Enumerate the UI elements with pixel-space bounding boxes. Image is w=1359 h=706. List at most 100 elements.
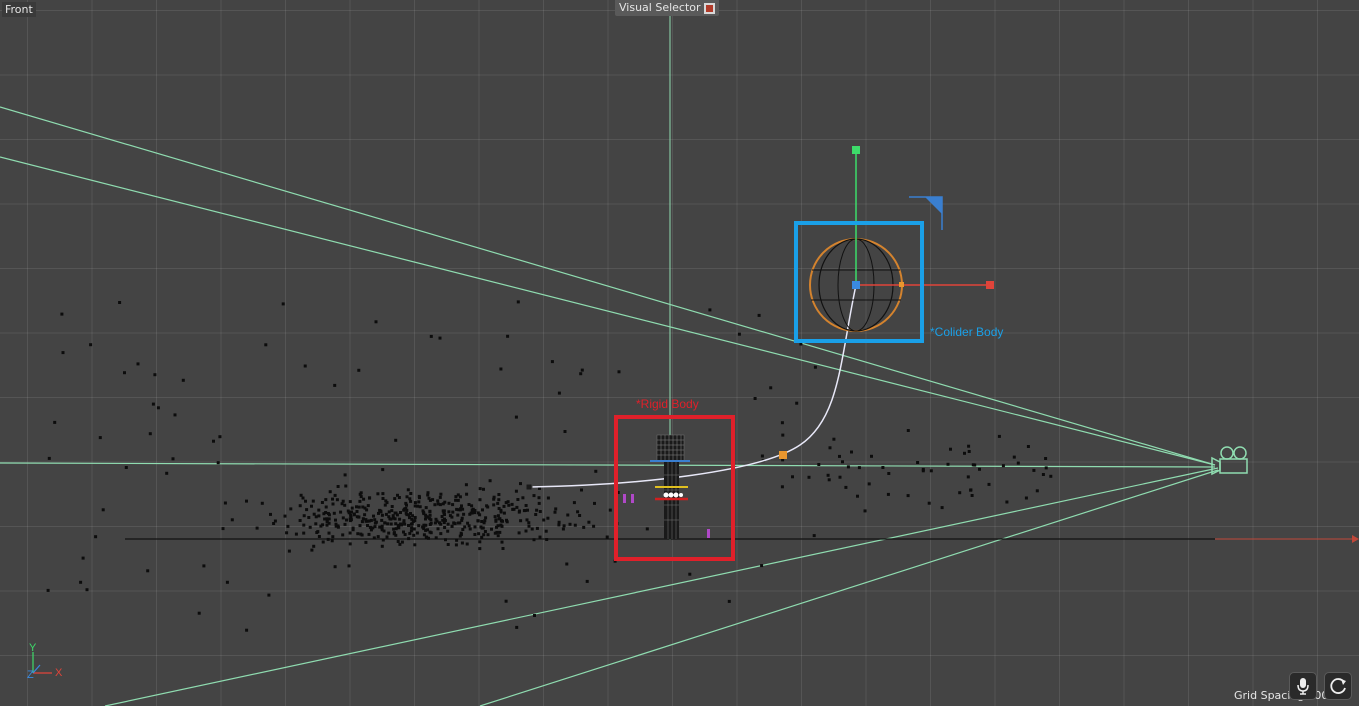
particle [997, 434, 1001, 438]
particle [372, 514, 375, 518]
viewport-front[interactable]: Y X Z *Colider Body *Rigid Body Front Vi… [0, 0, 1359, 706]
particle [425, 515, 429, 519]
particle [817, 463, 821, 466]
particle [737, 332, 741, 336]
particle [327, 521, 331, 525]
particle [355, 515, 359, 519]
particle [360, 533, 364, 537]
particle [376, 492, 380, 496]
particle [533, 614, 536, 617]
particle [360, 520, 364, 524]
particle [301, 496, 305, 500]
particle [1049, 474, 1053, 478]
particle [546, 516, 550, 520]
particle [443, 519, 447, 522]
particle [376, 535, 380, 539]
particle [322, 512, 326, 516]
particle [502, 511, 506, 515]
particle [362, 497, 366, 501]
particle [507, 503, 511, 507]
particle [245, 499, 248, 503]
particle [459, 531, 463, 535]
particle [79, 580, 83, 584]
particle [554, 507, 558, 511]
particle [481, 526, 485, 530]
particle [348, 542, 352, 546]
particle [514, 489, 518, 493]
path-start-point[interactable] [525, 483, 533, 491]
particle [605, 535, 609, 539]
particle [339, 510, 343, 514]
particle [272, 522, 276, 525]
particle [429, 334, 433, 338]
particle [838, 475, 842, 479]
particle [967, 444, 971, 448]
particle [381, 497, 385, 500]
particle [335, 498, 339, 502]
particle [428, 523, 432, 526]
particle [374, 520, 378, 524]
particle [484, 516, 488, 520]
particle [557, 523, 561, 527]
particle [46, 588, 50, 592]
particle [439, 532, 443, 536]
particle [527, 521, 531, 525]
particle [576, 510, 580, 514]
particle [553, 510, 557, 514]
particle [431, 498, 435, 502]
particle [334, 524, 338, 528]
particle [496, 514, 500, 518]
particle [478, 498, 482, 502]
particle [341, 533, 345, 537]
particle [1016, 461, 1020, 465]
refresh-icon [1330, 678, 1346, 694]
particle [409, 499, 413, 503]
particle [482, 487, 485, 491]
particle [373, 525, 377, 529]
particle [519, 519, 523, 523]
path-tangent-handle[interactable] [779, 451, 787, 459]
particle [429, 518, 433, 522]
particle [550, 360, 554, 364]
particle [416, 504, 419, 508]
particle [303, 364, 307, 368]
particle [496, 501, 500, 505]
particle [324, 505, 328, 509]
particle [498, 530, 502, 534]
particle [557, 391, 561, 395]
particle [387, 510, 391, 514]
particle [218, 435, 222, 439]
particle [781, 433, 785, 437]
particle [458, 534, 462, 538]
particle [324, 498, 328, 502]
scene-canvas[interactable]: Y X Z [0, 0, 1359, 706]
particle [466, 521, 470, 525]
particle [326, 537, 330, 541]
particle [582, 525, 586, 529]
particle [542, 518, 546, 522]
particle [1035, 489, 1039, 493]
particle [424, 506, 428, 510]
particle [1044, 457, 1048, 460]
particle [433, 503, 437, 507]
particle [504, 599, 508, 603]
refresh-button[interactable] [1324, 672, 1352, 700]
particle [465, 542, 469, 546]
particle [841, 460, 844, 464]
particle [305, 508, 309, 512]
particle [963, 451, 966, 455]
microphone-button[interactable] [1289, 672, 1317, 700]
view-name-label[interactable]: Front [2, 2, 36, 17]
particle [483, 530, 487, 533]
visual-selector-button[interactable]: Visual Selector [615, 0, 719, 16]
particle [348, 531, 352, 535]
particle [881, 466, 885, 469]
particle [388, 517, 392, 521]
particle [417, 524, 421, 528]
particle [478, 547, 482, 551]
particle [381, 468, 385, 472]
particle [61, 351, 65, 355]
particle [1024, 496, 1028, 500]
particle [381, 538, 385, 542]
particle [970, 494, 974, 497]
